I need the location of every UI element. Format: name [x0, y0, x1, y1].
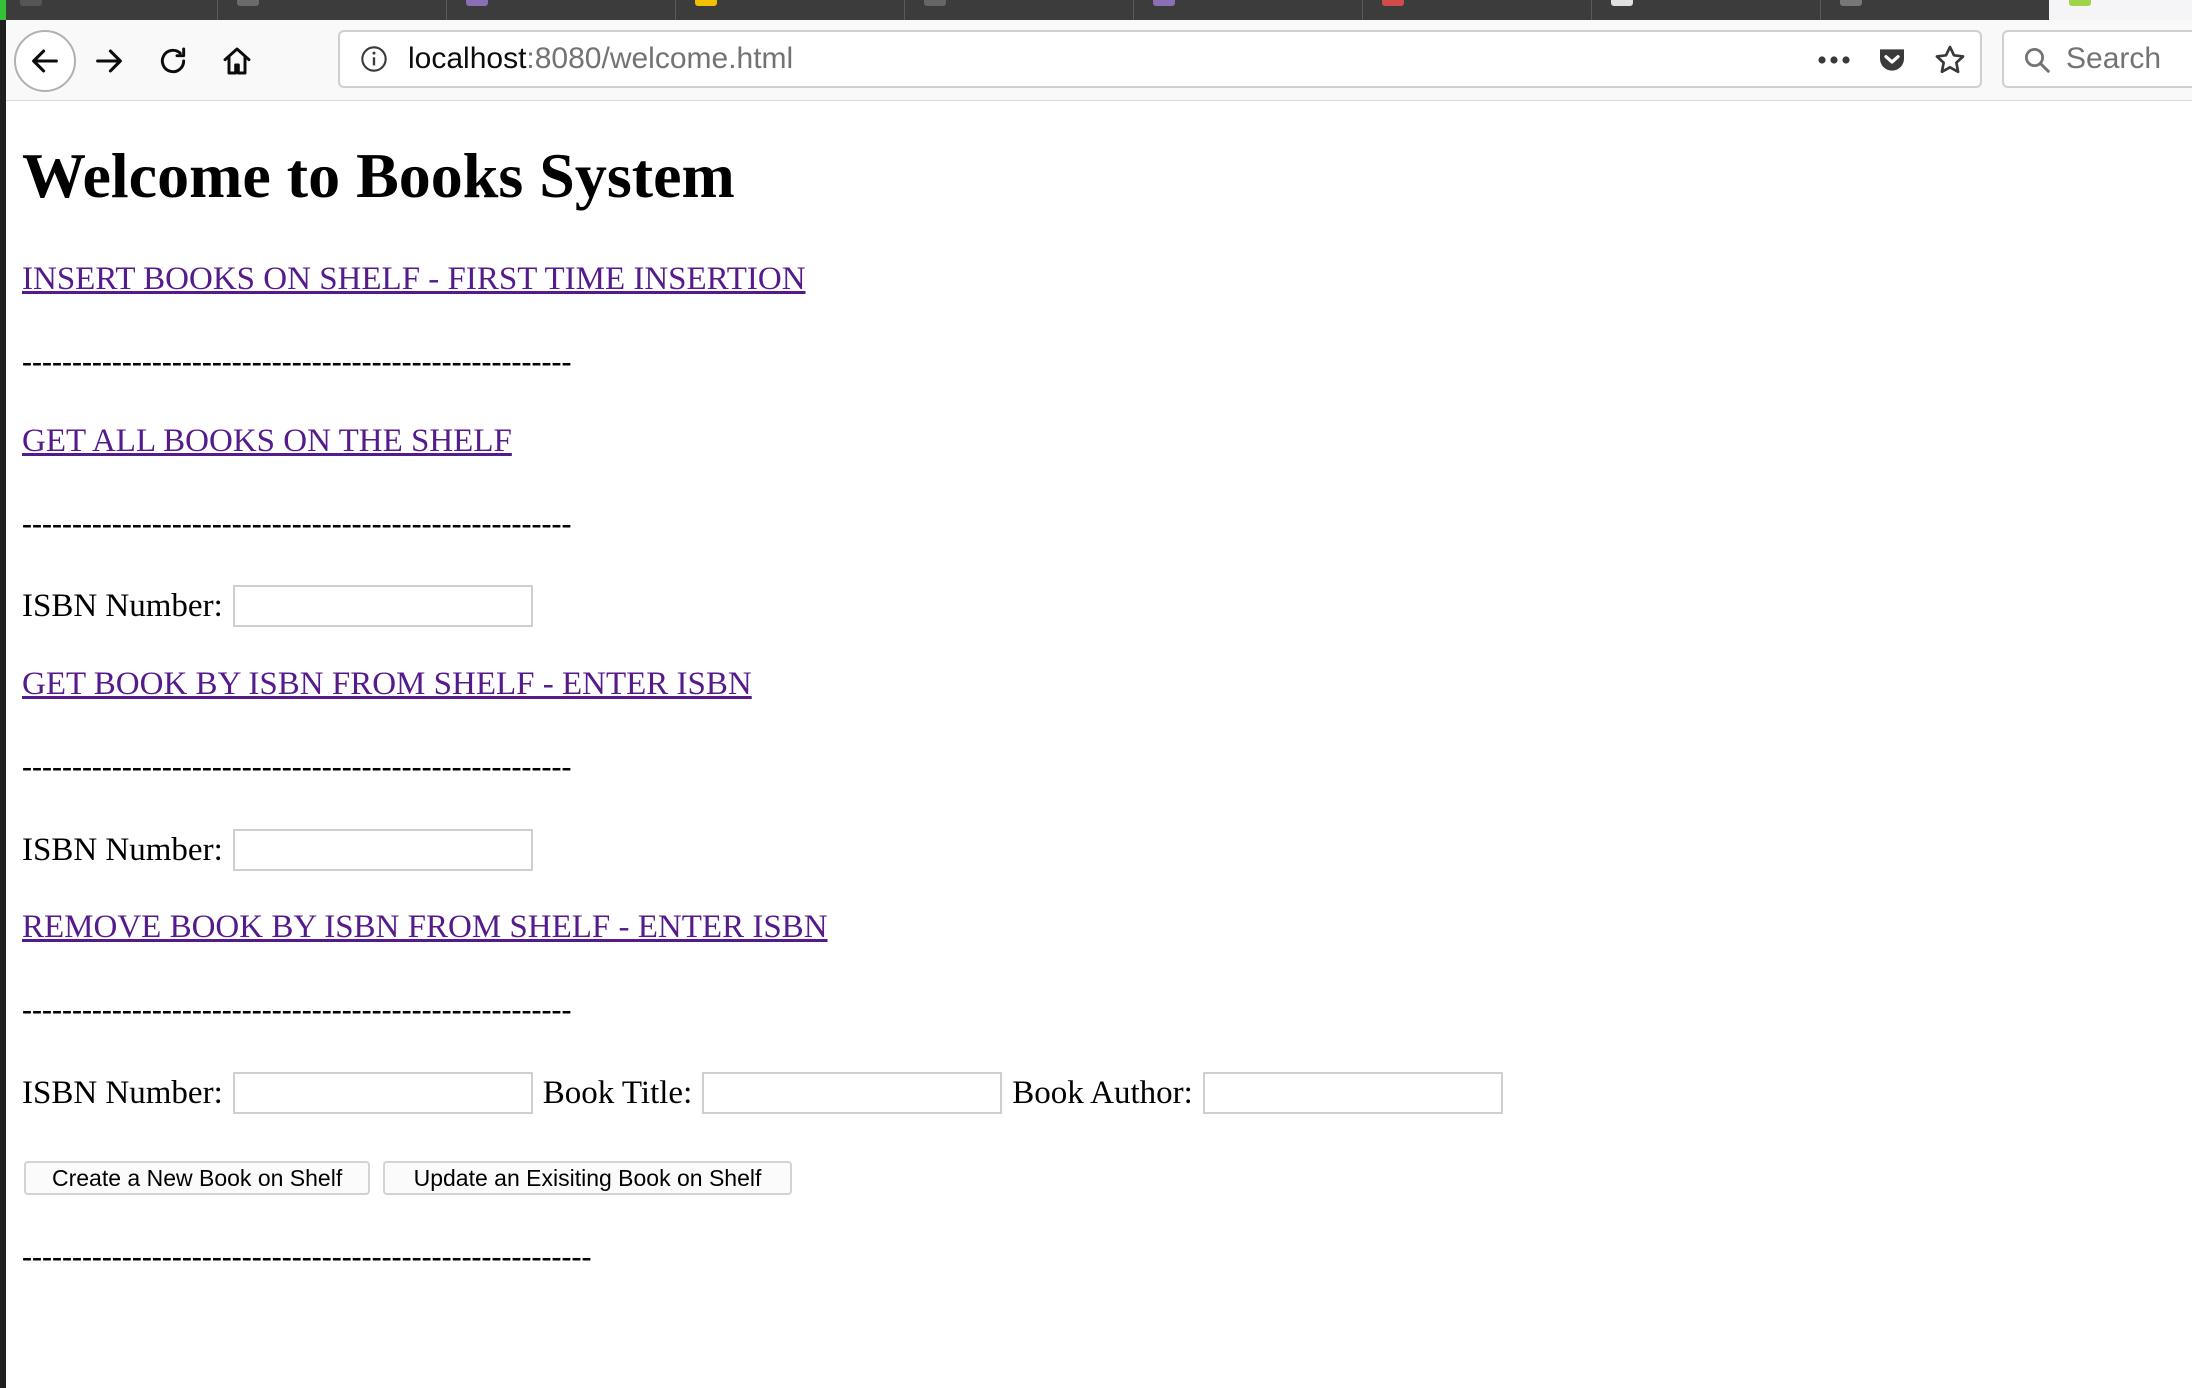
tab[interactable] — [904, 0, 1134, 20]
window-left-edge-accent — [0, 0, 6, 20]
create-book-button[interactable]: Create a New Book on Shelf — [24, 1161, 370, 1195]
page-actions-button[interactable] — [1816, 42, 1852, 78]
separator: ----------------------------------------… — [22, 507, 572, 540]
star-icon — [1935, 45, 1965, 74]
page-actions — [1816, 41, 1968, 79]
reload-icon — [160, 47, 186, 74]
search-placeholder: Search — [2066, 42, 2162, 75]
book-author-input[interactable] — [1202, 1072, 1503, 1114]
bookmark-star-button[interactable] — [1932, 42, 1968, 78]
get-isbn-input[interactable] — [232, 585, 533, 627]
url-text[interactable]: localhost:8080/welcome.html — [408, 41, 793, 77]
tab[interactable] — [1591, 0, 1821, 20]
url-path: :8080/welcome.html — [526, 42, 794, 75]
separator: ----------------------------------------… — [22, 1240, 592, 1273]
tab-active[interactable] — [2049, 0, 2192, 20]
remove-book-by-isbn-link[interactable]: REMOVE BOOK BY ISBN FROM SHELF - ENTER I… — [22, 907, 828, 947]
isbn-label: ISBN Number: — [22, 1075, 223, 1111]
tab[interactable] — [0, 0, 218, 20]
home-icon — [223, 47, 251, 75]
remove-isbn-row: ISBN Number: — [22, 829, 543, 871]
get-isbn-row: ISBN Number: — [22, 585, 543, 627]
info-icon[interactable] — [360, 45, 388, 73]
more-dots-icon — [1818, 56, 1850, 64]
window-left-edge — [0, 0, 6, 1388]
book-title-input[interactable] — [702, 1072, 1003, 1114]
book-isbn-input[interactable] — [232, 1072, 533, 1114]
url-host: localhost — [408, 42, 527, 75]
book-form-row: ISBN Number: Book Title: Book Author: — [22, 1072, 1513, 1114]
get-book-by-isbn-link[interactable]: GET BOOK BY ISBN FROM SHELF - ENTER ISBN — [22, 664, 752, 704]
separator: ----------------------------------------… — [22, 345, 572, 378]
page-title: Welcome to Books System — [22, 140, 735, 211]
home-button[interactable] — [212, 38, 262, 84]
separator: ----------------------------------------… — [22, 993, 572, 1026]
tab[interactable] — [446, 0, 676, 20]
address-bar[interactable]: localhost:8080/welcome.html — [338, 30, 1982, 88]
insert-books-link[interactable]: INSERT BOOKS ON SHELF - FIRST TIME INSER… — [22, 259, 806, 299]
back-arrow-icon — [32, 49, 58, 73]
reload-button[interactable] — [148, 38, 198, 84]
book-author-label: Book Author: — [1012, 1075, 1193, 1111]
search-bar[interactable]: Search — [2002, 30, 2192, 88]
tab[interactable] — [1820, 0, 2050, 20]
navigation-toolbar: localhost:8080/welcome.html Search — [6, 20, 2192, 101]
isbn-label: ISBN Number: — [22, 588, 223, 624]
tab[interactable] — [217, 0, 447, 20]
update-book-button[interactable]: Update an Exisiting Book on Shelf — [383, 1161, 792, 1195]
book-title-label: Book Title: — [542, 1075, 693, 1111]
tab-strip — [0, 0, 2192, 20]
separator: ----------------------------------------… — [22, 750, 572, 783]
tab[interactable] — [675, 0, 905, 20]
forward-arrow-icon — [96, 49, 122, 73]
back-button[interactable] — [14, 30, 76, 92]
pocket-icon — [1880, 49, 1904, 71]
remove-isbn-input[interactable] — [232, 829, 533, 871]
pocket-button[interactable] — [1874, 42, 1910, 78]
search-icon — [2025, 48, 2050, 73]
tab[interactable] — [1362, 0, 1592, 20]
tab[interactable] — [1133, 0, 1363, 20]
forward-button[interactable] — [84, 38, 134, 84]
get-all-books-link[interactable]: GET ALL BOOKS ON THE SHELF — [22, 421, 512, 461]
isbn-label: ISBN Number: — [22, 832, 223, 868]
